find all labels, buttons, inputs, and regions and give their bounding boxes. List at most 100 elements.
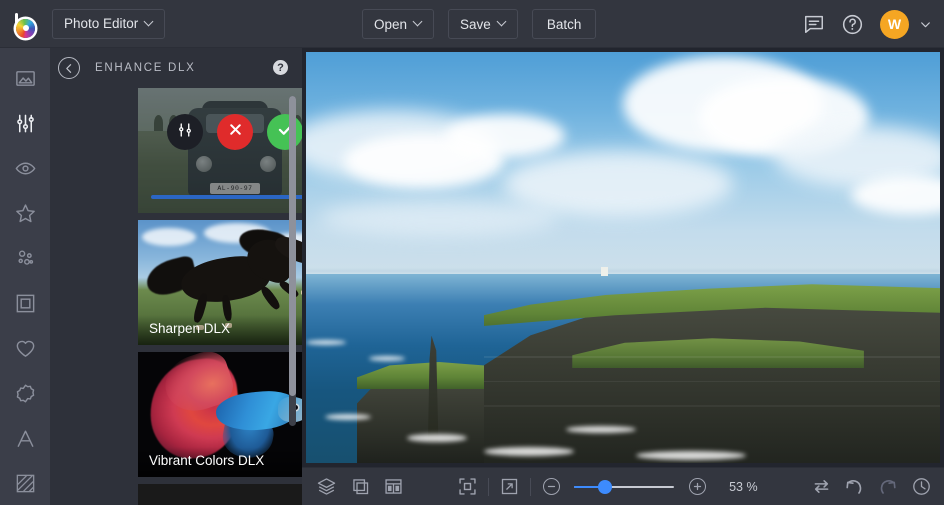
zoom-slider[interactable] — [574, 479, 675, 494]
crop-icon[interactable] — [343, 468, 376, 505]
panel-header: ENHANCE DLX ? — [50, 48, 302, 88]
chevron-down-icon — [498, 18, 506, 26]
question-mark-circle-icon[interactable] — [841, 13, 864, 36]
photo-obriens-tower — [600, 266, 608, 276]
toolbar-divider — [529, 477, 531, 496]
sidebar-item-touchup[interactable] — [0, 152, 50, 189]
mode-selector-group: Photo Editor — [52, 8, 166, 39]
panel-help-icon[interactable]: ? — [273, 60, 288, 75]
photo-foam — [325, 413, 372, 420]
effect-apply-button[interactable] — [267, 114, 302, 150]
effect-strength-slider[interactable] — [151, 191, 302, 203]
slider-track — [151, 195, 302, 199]
letter-a-icon — [14, 427, 37, 455]
top-toolbar: Photo Editor Open Save Batch W — [0, 0, 944, 48]
open-button[interactable]: Open — [362, 9, 435, 39]
photo-foam — [565, 426, 636, 433]
redo-arrow-icon[interactable] — [871, 468, 904, 505]
effects-thumbnail-scroll[interactable]: AL-90-97 Sharpen DLX Vibrant Colors DLX — [50, 88, 302, 505]
mode-label: Photo Editor — [64, 16, 139, 31]
bokeh-dots-icon — [14, 247, 37, 275]
photo-horizon — [306, 269, 940, 272]
effects-panel: ENHANCE DLX ? AL-90-97 Sharpen DLX Vibra… — [50, 48, 302, 505]
sidebar-item-textures[interactable] — [0, 468, 50, 505]
effect-settings-button[interactable] — [167, 114, 203, 150]
sliders-icon — [176, 121, 194, 144]
save-button[interactable]: Save — [448, 9, 518, 39]
photo-strata-line — [483, 356, 940, 358]
zoom-level-label: 53 % — [729, 479, 758, 494]
arrow-left-circle-icon[interactable] — [58, 57, 80, 79]
hatched-square-icon — [14, 472, 37, 500]
sidebar-item-artsy[interactable] — [0, 242, 50, 279]
batch-button[interactable]: Batch — [531, 9, 597, 39]
expand-arrow-icon[interactable] — [493, 468, 526, 505]
effect-thumb-label: Vibrant Colors DLX — [138, 447, 302, 477]
batch-label: Batch — [546, 16, 582, 32]
layers-icon[interactable] — [310, 468, 343, 505]
photo-editor-app: Photo Editor Open Save Batch W ENHANCE D… — [0, 0, 944, 505]
close-x-icon — [227, 121, 244, 143]
sidebar-item-text[interactable] — [0, 423, 50, 460]
frame-square-icon — [14, 292, 37, 320]
history-clock-icon[interactable] — [905, 468, 938, 505]
panel-scrollbar[interactable] — [289, 96, 296, 426]
effect-thumb-vibrant-colors-dlx[interactable]: Vibrant Colors DLX — [138, 352, 302, 477]
photo-mountain-icon — [14, 67, 37, 95]
effect-thumb-sharpen-dlx[interactable]: Sharpen DLX — [138, 220, 302, 345]
bottom-toolbar: 53 % — [302, 467, 944, 505]
effect-thumb-enhance-dlx[interactable]: AL-90-97 — [138, 88, 302, 213]
undo-arrow-icon[interactable] — [838, 468, 871, 505]
photo-strata-line — [483, 405, 940, 407]
horse-leg — [259, 284, 282, 312]
tool-rail — [0, 48, 50, 505]
eye-icon — [14, 157, 37, 185]
sidebar-item-frames[interactable] — [0, 287, 50, 324]
sidebar-item-graphics[interactable] — [0, 378, 50, 415]
chevron-down-icon — [414, 18, 422, 26]
effect-cancel-button[interactable] — [217, 114, 253, 150]
minus-circle-icon[interactable] — [535, 468, 568, 505]
sidebar-item-overlays[interactable] — [0, 333, 50, 370]
zoom-slider-knob[interactable] — [598, 479, 613, 494]
plus-circle-icon[interactable] — [680, 468, 713, 505]
photo-foam — [635, 450, 746, 460]
save-label: Save — [460, 16, 491, 32]
photo-cloud — [318, 199, 559, 236]
page-title: ENHANCE DLX — [95, 62, 196, 74]
effect-thumb-label: Sharpen DLX — [138, 315, 302, 345]
file-actions-group: Open Save Batch — [362, 9, 597, 39]
star-icon — [14, 202, 37, 230]
zoom-out-button[interactable] — [542, 478, 560, 495]
sidebar-item-effects[interactable] — [0, 197, 50, 234]
account-chevron-down-icon[interactable] — [919, 18, 932, 31]
canvas-area[interactable] — [302, 48, 944, 467]
effects-thumbnail-list: AL-90-97 Sharpen DLX Vibrant Colors DLX — [50, 88, 302, 505]
heart-icon — [14, 337, 37, 365]
effect-thumb-next[interactable] — [138, 484, 302, 505]
panel-scrollbar-thumb[interactable] — [289, 96, 296, 396]
badge-starburst-icon — [14, 382, 37, 410]
collage-layout-icon[interactable] — [377, 468, 410, 505]
account-actions-group: W — [803, 0, 932, 48]
thumb-cloud — [141, 227, 196, 246]
logo-color-wheel — [16, 18, 35, 38]
compare-swap-arrows-icon[interactable] — [804, 468, 837, 505]
photo-strata-line — [483, 380, 940, 383]
photo-editor-mode-dropdown[interactable]: Photo Editor — [52, 8, 166, 39]
avatar[interactable]: W — [880, 9, 909, 39]
fit-to-screen-icon[interactable] — [450, 468, 483, 505]
photo-cloud — [445, 113, 566, 158]
toolbar-divider — [487, 477, 489, 496]
chevron-down-icon — [145, 18, 153, 26]
chat-bubble-icon[interactable] — [803, 13, 825, 35]
sidebar-item-edit[interactable] — [0, 107, 50, 144]
open-label: Open — [374, 16, 408, 32]
editing-photo[interactable] — [306, 52, 940, 463]
effect-overlay-buttons — [138, 114, 302, 150]
photo-foam — [483, 446, 574, 456]
zoom-in-button[interactable] — [688, 478, 706, 495]
befunky-logo-icon[interactable] — [8, 7, 42, 41]
effect-thumb-image — [138, 484, 302, 505]
sidebar-item-image[interactable] — [0, 62, 50, 99]
